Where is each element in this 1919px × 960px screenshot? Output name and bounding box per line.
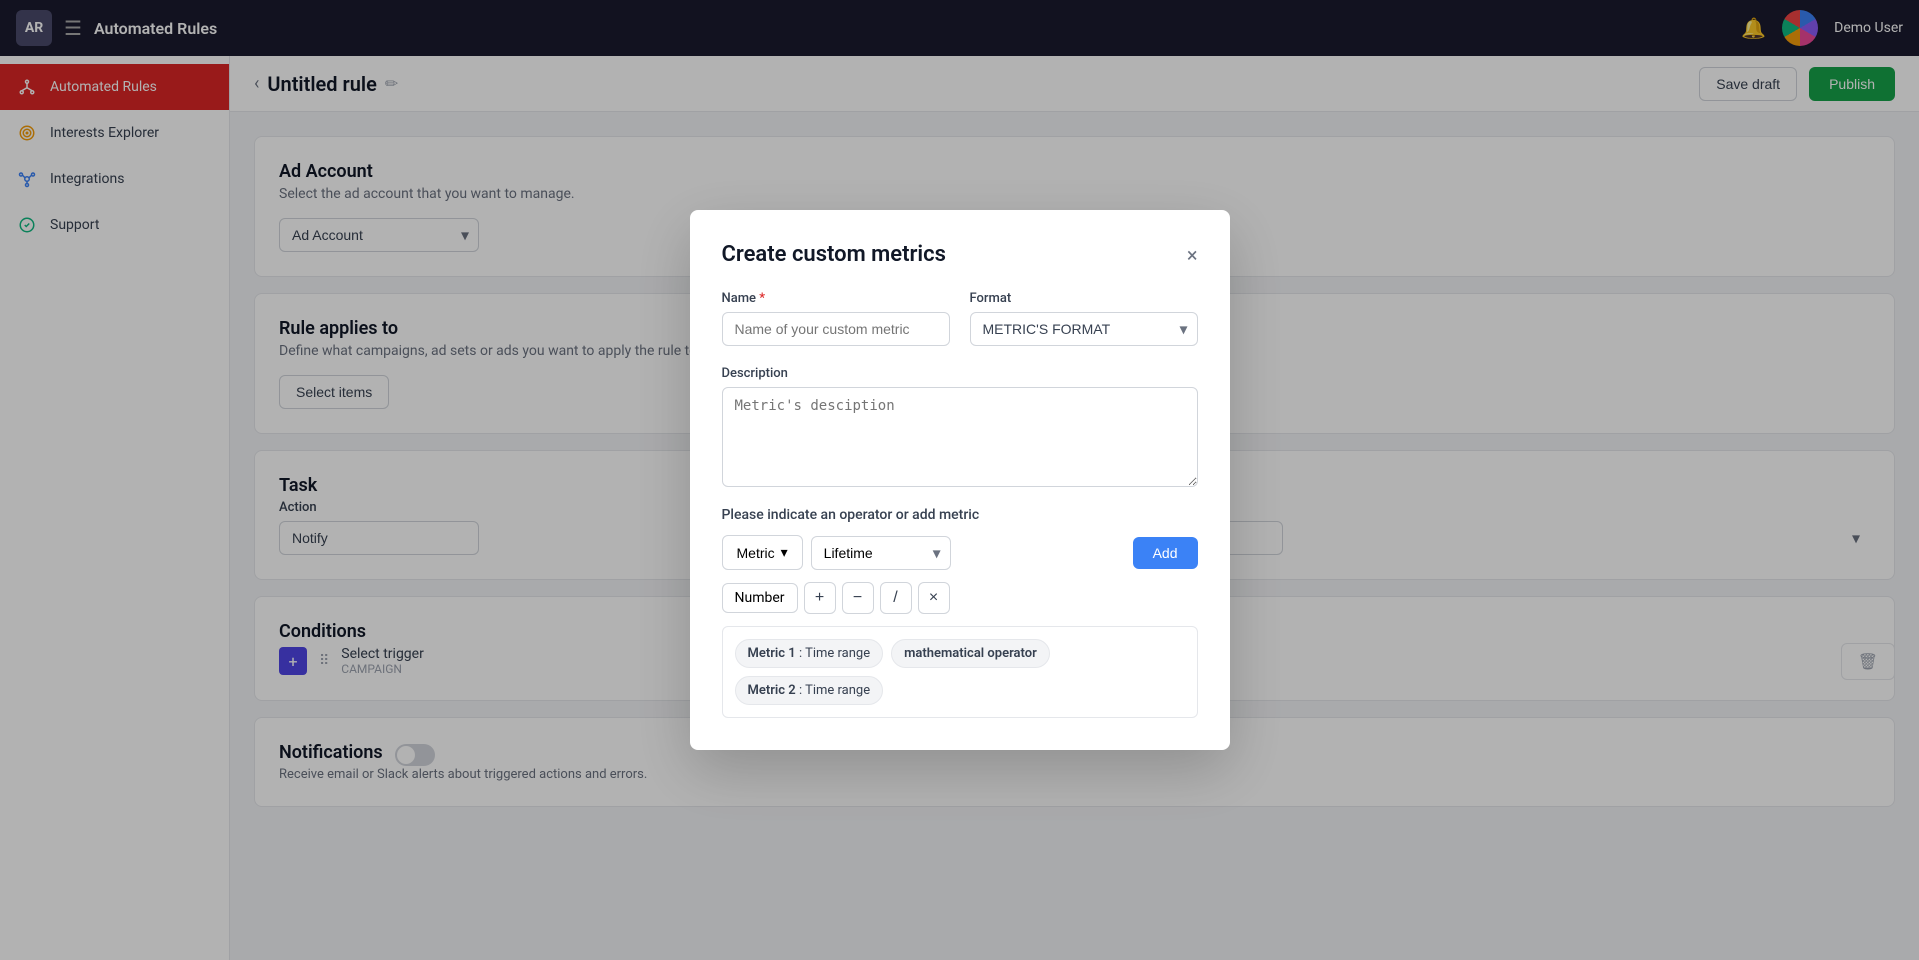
metric-label: Metric bbox=[737, 545, 775, 561]
modal-close-button[interactable]: × bbox=[1187, 243, 1198, 267]
format-label: Format bbox=[970, 291, 1198, 306]
chevron-down-icon: ▾ bbox=[781, 544, 788, 561]
plus-tool-button[interactable]: + bbox=[804, 582, 836, 614]
required-mark: * bbox=[759, 291, 765, 306]
add-metric-button[interactable]: Add bbox=[1133, 537, 1198, 569]
number-badge: Number bbox=[722, 583, 798, 613]
create-custom-metrics-modal: Create custom metrics × Name * Format ME… bbox=[690, 210, 1230, 750]
metric-tag-operator: mathematical operator bbox=[891, 639, 1050, 668]
metric-tag-1: Metric 1 : Time range bbox=[735, 639, 884, 668]
tag-value-2: : Time range bbox=[799, 683, 870, 698]
name-label: Name * bbox=[722, 291, 950, 306]
tag-value-1: : Time range bbox=[799, 646, 870, 661]
description-field: Description bbox=[722, 366, 1198, 487]
modal-overlay: Create custom metrics × Name * Format ME… bbox=[0, 0, 1919, 960]
metric-tags-area: Metric 1 : Time range mathematical opera… bbox=[722, 626, 1198, 718]
operator-tools-row: Number + − / × bbox=[722, 582, 1198, 614]
modal-name-format-row: Name * Format METRIC'S FORMAT Number Per… bbox=[722, 291, 1198, 346]
format-select[interactable]: METRIC'S FORMAT Number Percentage Curren… bbox=[970, 312, 1198, 346]
tag-key-1: Metric 1 bbox=[748, 646, 796, 661]
metric-tag-2: Metric 2 : Time range bbox=[735, 676, 884, 705]
description-textarea[interactable] bbox=[722, 387, 1198, 487]
lifetime-select-wrapper: Lifetime Daily Weekly bbox=[811, 536, 951, 570]
modal-title: Create custom metrics bbox=[722, 242, 946, 267]
description-label: Description bbox=[722, 366, 1198, 381]
tag-key-2: Metric 2 bbox=[748, 683, 796, 698]
operator-section: Please indicate an operator or add metri… bbox=[722, 507, 1198, 718]
close-tool-button[interactable]: × bbox=[918, 582, 950, 614]
tag-key-operator: mathematical operator bbox=[904, 646, 1037, 661]
metric-dropdown-button[interactable]: Metric ▾ bbox=[722, 535, 803, 570]
name-field: Name * bbox=[722, 291, 950, 346]
operator-label: Please indicate an operator or add metri… bbox=[722, 507, 1198, 523]
divide-tool-button[interactable]: / bbox=[880, 582, 912, 614]
name-input[interactable] bbox=[722, 312, 950, 346]
lifetime-select[interactable]: Lifetime Daily Weekly bbox=[811, 536, 951, 570]
format-select-wrapper: METRIC'S FORMAT Number Percentage Curren… bbox=[970, 312, 1198, 346]
modal-header: Create custom metrics × bbox=[722, 242, 1198, 267]
minus-tool-button[interactable]: − bbox=[842, 582, 874, 614]
format-field: Format METRIC'S FORMAT Number Percentage… bbox=[970, 291, 1198, 346]
metric-row: Metric ▾ Lifetime Daily Weekly Add bbox=[722, 535, 1198, 570]
